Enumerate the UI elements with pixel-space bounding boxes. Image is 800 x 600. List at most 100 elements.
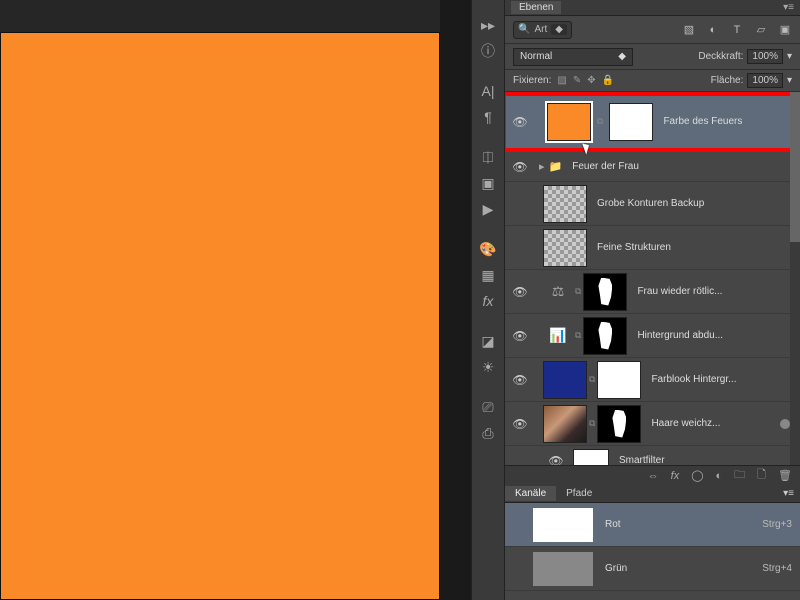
visibility-toggle[interactable]: 👁 <box>509 329 531 343</box>
mask-thumb[interactable] <box>597 405 641 443</box>
grid-icon[interactable]: ▦ <box>477 264 499 286</box>
lock-icons: ▨ ✎ ✥ 🔒 <box>557 75 614 86</box>
channel-row[interactable]: Rot Strg+3 <box>505 503 800 547</box>
library-icon[interactable]: ⎚ <box>477 396 499 418</box>
layer-filter-row: 🔍 Art ◆ ▧ ◐ T ▱ ▣ <box>505 16 800 44</box>
visibility-toggle[interactable]: 👁 <box>509 160 531 174</box>
layer-name[interactable]: Farblook Hintergr... <box>651 374 736 385</box>
document-canvas[interactable] <box>0 32 440 600</box>
layer-footer: ⇔ fx ◯ ◐ 🗀 🗋 🗑 <box>505 465 800 485</box>
fill-thumb[interactable] <box>547 103 591 141</box>
arrow-collapse-icon[interactable]: ▸▸ <box>477 14 499 36</box>
panel-menu-icon[interactable]: ▾≡ <box>783 488 800 499</box>
channel-thumb[interactable] <box>533 552 593 586</box>
visibility-toggle[interactable]: 👁 <box>509 417 531 431</box>
dropdown-icon[interactable]: ▾ <box>787 75 792 86</box>
layercomp-icon[interactable]: ⎙ <box>477 422 499 444</box>
layer-row[interactable]: 👁 📊 ⧉ Hintergrund abdu... <box>505 314 800 358</box>
layer-thumb[interactable] <box>543 229 587 267</box>
layer-row[interactable]: 👁 ⚖ ⧉ Frau wieder rötlic... <box>505 270 800 314</box>
search-icon: 🔍 <box>518 24 530 35</box>
filter-smart-icon[interactable]: ▣ <box>778 23 792 37</box>
visibility-toggle[interactable]: 👁 <box>509 285 531 299</box>
styles-icon[interactable]: fx <box>477 290 499 312</box>
panel-menu-icon[interactable]: ▾≡ <box>783 2 794 13</box>
character-icon[interactable]: A| <box>477 80 499 102</box>
layer-row[interactable]: 👁 ⧉ Farbe des Feuers <box>505 92 800 152</box>
filter-shape-icon[interactable]: ▱ <box>754 23 768 37</box>
mask-thumb[interactable] <box>583 317 627 355</box>
group-icon[interactable]: 🗀 <box>734 466 745 485</box>
channel-shortcut: Strg+3 <box>762 519 792 530</box>
adjust-icon[interactable]: ☀ <box>477 356 499 378</box>
fill-thumb[interactable] <box>543 361 587 399</box>
layer-row[interactable]: 👁 ▸ 📁 Feuer der Frau <box>505 152 800 182</box>
filter-adjust-icon[interactable]: ◐ <box>706 23 720 37</box>
mask-thumb[interactable] <box>609 103 653 141</box>
link-icon: ⧉ <box>587 418 597 429</box>
paths-tab[interactable]: Pfade <box>556 486 602 501</box>
smart-thumb[interactable] <box>543 405 587 443</box>
lock-paint-icon[interactable]: ✎ <box>573 75 581 86</box>
lock-all-icon[interactable]: 🔒 <box>602 75 614 86</box>
layer-row[interactable]: 👁 Grobe Konturen Backup <box>505 182 800 226</box>
dropdown-icon: ◆ <box>618 51 626 62</box>
filter-kind-select[interactable]: 🔍 Art ◆ <box>513 21 572 39</box>
vertical-tool-strip: ▸▸ ⓘ A| ¶ ⎅ ▣ ▶ 🎨 ▦ fx ◪ ☀ ⎚ ⎙ <box>471 0 505 600</box>
layer-row[interactable]: 👁 ⧉ Haare weichz... <box>505 402 800 446</box>
channel-shortcut: Strg+4 <box>762 563 792 574</box>
channel-thumb[interactable] <box>533 508 593 542</box>
histogram-icon[interactable]: ◪ <box>477 330 499 352</box>
lock-label: Fixieren: <box>513 75 551 86</box>
link-layers-icon[interactable]: ⇔ <box>648 470 659 482</box>
channel-row[interactable]: Grün Strg+4 <box>505 547 800 591</box>
channels-header: Kanäle Pfade ▾≡ <box>505 485 800 503</box>
scroll-thumb[interactable] <box>790 92 800 242</box>
layer-row[interactable]: 👁 Feine Strukturen <box>505 226 800 270</box>
layer-name[interactable]: Farbe des Feuers <box>663 116 742 127</box>
visibility-toggle[interactable]: 👁 <box>509 115 531 129</box>
delete-icon[interactable]: 🗑 <box>778 469 792 482</box>
opacity-value[interactable]: 100% <box>747 49 783 64</box>
actions-icon[interactable]: ▶ <box>477 198 499 220</box>
swatches-icon[interactable]: 🎨 <box>477 238 499 260</box>
mask-thumb[interactable] <box>597 361 641 399</box>
lock-transparent-icon[interactable]: ▨ <box>557 75 566 86</box>
levels-icon[interactable]: 📊 <box>543 321 573 351</box>
paragraph-icon[interactable]: ¶ <box>477 106 499 128</box>
fill-control: Fläche: 100% ▾ <box>711 73 792 88</box>
fill-value[interactable]: 100% <box>747 73 783 88</box>
fx-icon[interactable]: fx <box>671 470 680 482</box>
visibility-toggle[interactable]: 👁 <box>509 373 531 387</box>
opacity-label: Deckkraft: <box>698 51 743 62</box>
color-balance-icon[interactable]: ⚖ <box>543 277 573 307</box>
mask-icon[interactable]: ◯ <box>691 469 703 482</box>
layer-name[interactable]: Haare weichz... <box>651 418 720 429</box>
adjustment-icon[interactable]: ◐ <box>716 470 723 482</box>
layer-row[interactable]: 👁 ⧉ Farblook Hintergr... <box>505 358 800 402</box>
styles-alt-icon[interactable]: ⎅ <box>477 146 499 168</box>
layers-scrollbar[interactable] <box>790 92 800 468</box>
dropdown-icon[interactable]: ▾ <box>787 51 792 62</box>
layer-name[interactable]: Feine Strukturen <box>597 242 671 253</box>
layer-name[interactable]: Frau wieder rötlic... <box>637 286 722 297</box>
info-icon[interactable]: ⓘ <box>477 40 499 62</box>
blend-opacity-row: Normal ◆ Deckkraft: 100% ▾ <box>505 44 800 70</box>
blend-mode-select[interactable]: Normal ◆ <box>513 48 633 66</box>
layers-panel: Ebenen ▾≡ 🔍 Art ◆ ▧ ◐ T ▱ ▣ Normal ◆ Dec… <box>505 0 800 600</box>
nav-icon[interactable]: ▣ <box>477 172 499 194</box>
lock-move-icon[interactable]: ✥ <box>587 75 595 86</box>
layer-name[interactable]: Feuer der Frau <box>572 161 639 172</box>
layer-name[interactable]: Hintergrund abdu... <box>637 330 723 341</box>
filter-type-icon[interactable]: T <box>730 23 744 37</box>
dropdown-icon: ◆ <box>551 24 567 35</box>
channels-tab[interactable]: Kanäle <box>505 486 556 501</box>
layers-tab[interactable]: Ebenen <box>511 1 561 14</box>
channels-panel: Kanäle Pfade ▾≡ Rot Strg+3 Grün Strg+4 <box>505 485 800 600</box>
filter-pixel-icon[interactable]: ▧ <box>682 23 696 37</box>
mask-thumb[interactable] <box>583 273 627 311</box>
folder-toggle-icon[interactable]: ▸ <box>539 160 545 173</box>
layer-thumb[interactable] <box>543 185 587 223</box>
new-layer-icon[interactable]: 🗋 <box>757 466 766 485</box>
layer-name[interactable]: Grobe Konturen Backup <box>597 198 704 209</box>
